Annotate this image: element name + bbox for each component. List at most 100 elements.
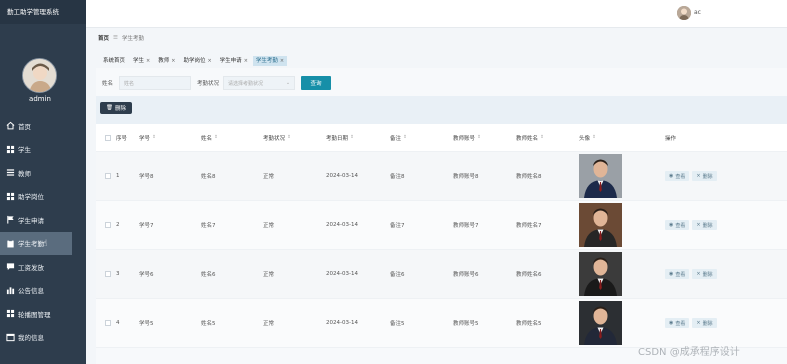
tab-3[interactable]: 助学岗位 × (180, 56, 214, 66)
table-row: 2 学号7 姓名7 正常 2024-03-14 备注7 教师账号7 教师姓名7 ◉ 查看 × 删除 (96, 201, 787, 250)
cell-status: 正常 (263, 223, 275, 229)
breadcrumb-home[interactable]: 首页 (98, 34, 109, 42)
delete-button[interactable]: × 删除 (692, 318, 717, 328)
view-button[interactable]: ◉ 查看 (665, 318, 690, 328)
sidebar-item-9[interactable]: 我的信息 (0, 326, 86, 350)
cell-tname: 教师姓名6 (516, 272, 542, 278)
window-icon (5, 332, 15, 342)
sidebar-item-4[interactable]: 学生申请 (0, 208, 86, 232)
column-header[interactable]: 教师姓名 ⇕ (516, 134, 579, 142)
breadcrumb-separator: ☰ (113, 35, 118, 41)
avatar[interactable] (22, 58, 57, 93)
close-icon: × (696, 320, 701, 326)
bulk-delete-button[interactable]: 🗑 删除 (100, 102, 132, 114)
name-input[interactable]: 姓名 (119, 76, 192, 90)
avatar-photo[interactable] (579, 154, 622, 198)
sidebar-item-label: 学生考勤 (18, 240, 44, 249)
avatar-photo[interactable] (579, 301, 622, 345)
avatar-photo[interactable] (579, 252, 622, 296)
sidebar-item-6[interactable]: 工资发放 (0, 255, 86, 279)
avatar-photo[interactable] (579, 203, 622, 247)
delete-button[interactable]: × 删除 (692, 269, 717, 279)
sidebar-item-1[interactable]: 学生 (0, 138, 86, 162)
attendance-table: 序号 学号 ⇕ 姓名 ⇕ 考勤状况 ⇕ 考勤日期 ⇕ 备注 ⇕ 教师账号 ⇕ 教师姓名 ⇕ 头像 ⇕ 操作 1 学号… (96, 124, 787, 348)
tab-5[interactable]: 学生考勤 × (252, 56, 288, 66)
column-header-label: 考勤日期 (326, 135, 349, 142)
grid-icon (5, 144, 15, 154)
cell-sid: 学号7 (139, 223, 154, 229)
close-icon[interactable]: × (244, 56, 248, 66)
name-input-placeholder: 姓名 (124, 80, 135, 87)
sort-icon[interactable]: ⇕ (152, 135, 156, 140)
view-button[interactable]: ◉ 查看 (665, 220, 690, 230)
close-icon: × (696, 173, 701, 179)
sort-icon[interactable]: ⇕ (214, 135, 218, 140)
column-header[interactable]: 考勤状况 ⇕ (263, 134, 326, 142)
column-header[interactable]: 姓名 ⇕ (201, 134, 263, 142)
row-select-cell (96, 320, 116, 326)
cell-note: 备注8 (390, 174, 405, 180)
column-header[interactable]: 备注 ⇕ (390, 134, 453, 142)
sort-icon[interactable]: ⇕ (350, 135, 354, 140)
close-icon[interactable]: × (207, 56, 211, 66)
sort-icon[interactable]: ⇕ (477, 135, 481, 140)
sidebar-item-3[interactable]: 助学岗位 (0, 185, 86, 209)
close-icon[interactable]: × (146, 56, 150, 66)
tab-4[interactable]: 学生申请 × (217, 56, 251, 66)
row-checkbox[interactable] (105, 173, 111, 179)
view-button[interactable]: ◉ 查看 (665, 269, 690, 279)
sort-icon[interactable]: ⇕ (403, 135, 407, 140)
close-icon[interactable]: × (171, 56, 175, 66)
clipboard-icon (5, 238, 15, 248)
cell-note: 备注7 (390, 223, 405, 229)
sidebar-item-0[interactable]: 首页 (0, 114, 86, 138)
sidebar-menu: 首页 学生 教师 助学岗位 学生申请 学生考勤 ☝ 工资发放公告信息轮播图管理 我的信息 (0, 114, 86, 349)
row-checkbox[interactable] (105, 222, 111, 228)
sidebar-item-7[interactable]: 公告信息 (0, 279, 86, 303)
tab-2[interactable]: 教师 × (155, 56, 178, 66)
query-button[interactable]: 查询 (301, 76, 332, 90)
view-label: 查看 (675, 173, 686, 180)
delete-button[interactable]: × 删除 (692, 171, 717, 181)
column-header-label: 姓名 (201, 135, 213, 142)
breadcrumb-current: 学生考勤 (121, 36, 144, 42)
select-all-checkbox[interactable] (105, 134, 111, 141)
row-checkbox[interactable] (105, 320, 111, 326)
cell-sid: 学号5 (139, 321, 154, 327)
sidebar: 勤工助学管理系统 admin 首页 学生 教师 助学岗位 学生申请 学生考勤 ☝ 工资发放 公告… (0, 0, 86, 364)
tab-label: 助学岗位 (183, 58, 206, 64)
watermark: CSDN @成承程序设计 (638, 347, 740, 358)
sidebar-item-8[interactable]: 轮播图管理 (0, 302, 86, 326)
column-header-label: 教师姓名 (516, 135, 539, 142)
delete-button[interactable]: × 删除 (692, 220, 717, 230)
column-header: 序号 (116, 134, 139, 142)
row-select-cell (96, 271, 116, 277)
delete-label: 删除 (702, 320, 713, 327)
sort-icon[interactable]: ⇕ (287, 135, 291, 140)
tab-bar: 系统首页 学生 × 教师 × 助学岗位 × 学生申请 × 学生考勤 × (100, 56, 289, 66)
top-avatar[interactable] (677, 6, 691, 20)
column-header[interactable]: 学号 ⇕ (139, 134, 201, 142)
sort-icon[interactable]: ⇕ (592, 135, 596, 140)
column-header[interactable]: 教师账号 ⇕ (453, 134, 516, 142)
column-header[interactable]: 头像 ⇕ (579, 134, 665, 142)
close-icon[interactable]: × (280, 56, 284, 66)
top-username[interactable]: ac (694, 9, 701, 16)
view-button[interactable]: ◉ 查看 (665, 171, 690, 181)
sidebar-item-5[interactable]: 学生考勤 ☝ (0, 231, 72, 255)
column-header-label: 头像 (579, 135, 591, 142)
sidebar-item-label: 公告信息 (18, 287, 44, 296)
cell-tacc: 教师账号8 (453, 174, 479, 180)
status-select[interactable]: 请选择考勤状况 ⌄ (223, 76, 296, 90)
cell-sname: 姓名5 (201, 321, 216, 327)
close-icon: × (696, 222, 701, 228)
sidebar-item-2[interactable]: 教师 (0, 161, 86, 185)
row-checkbox[interactable] (105, 271, 111, 277)
column-header[interactable]: 考勤日期 ⇕ (326, 134, 390, 142)
tab-1[interactable]: 学生 × (130, 56, 153, 66)
column-header-label: 考勤状况 (263, 135, 286, 142)
tab-0[interactable]: 系统首页 (100, 56, 128, 66)
cell-date: 2024-03-14 (326, 222, 358, 228)
sort-icon[interactable]: ⇕ (540, 135, 544, 140)
cell-sid: 学号8 (139, 174, 154, 180)
